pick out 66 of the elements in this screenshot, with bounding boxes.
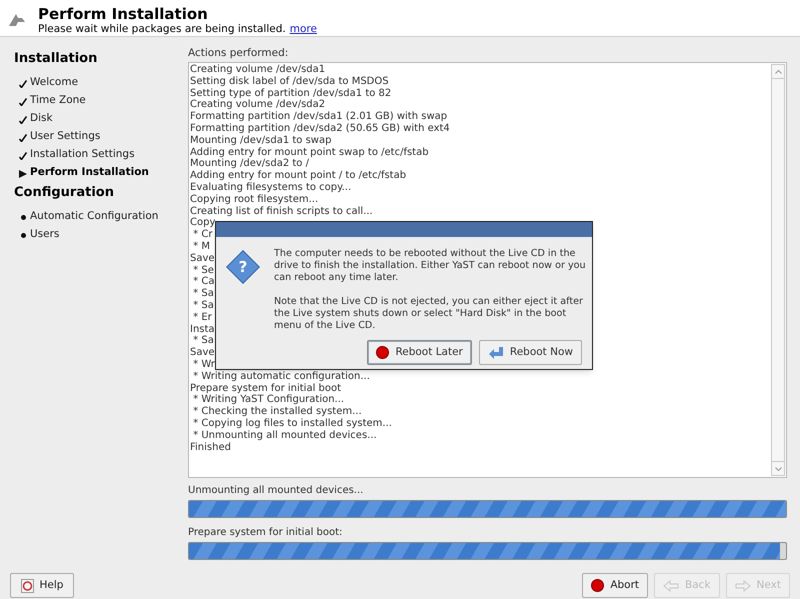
log-line: Setting type of partition /dev/sda1 to 82	[190, 88, 392, 99]
log-line: * Sa	[192, 300, 214, 312]
sidebar-item[interactable]: Perform Installation	[30, 166, 149, 178]
log-line: * Writing YaST Configuration...	[192, 394, 344, 406]
sidebar-item[interactable]: Welcome	[30, 76, 78, 88]
log-line: Creating volume /dev/sda1	[190, 64, 326, 76]
next-arrow-icon	[734, 580, 751, 592]
more-link[interactable]: more	[290, 23, 317, 36]
help-icon	[20, 578, 34, 592]
log-line: Mounting /dev/sda2 to /	[190, 158, 309, 170]
back-arrow-icon	[663, 580, 680, 592]
log-line: * Ca	[192, 276, 214, 288]
log-line: Creating list of finish scripts to call...	[190, 206, 373, 218]
progress-label: Unmounting all mounted devices...	[188, 485, 364, 497]
log-label: Actions performed:	[188, 47, 290, 60]
log-line: Finished	[190, 442, 231, 454]
log-line: * M	[192, 240, 210, 253]
sidebar-item[interactable]: Installation Settings	[30, 148, 135, 160]
page-subtitle: Please wait while packages are being installed.	[38, 23, 286, 36]
sidebar-item[interactable]: Disk	[30, 112, 53, 124]
log-line: * Sa	[192, 288, 214, 300]
log-line: Copying root filesystem...	[190, 194, 318, 206]
log-line: * Writing automatic configuration...	[192, 370, 370, 383]
sidebar-item[interactable]: Users	[30, 228, 60, 240]
sidebar-item[interactable]: User Settings	[30, 130, 100, 142]
dialog-message: Note that the Live CD is not ejected, you can either eject it after the Live system shuts down or select "Hard Disk" in the boot menu of the Live CD.	[274, 296, 584, 332]
log-line: Evaluating filesystems to copy...	[190, 182, 352, 194]
log-line: * Er	[192, 312, 212, 324]
sidebar-item[interactable]: Time Zone	[30, 94, 86, 106]
log-line: * Sa	[192, 335, 214, 348]
reboot-later-button[interactable]: Reboot Later	[367, 340, 472, 365]
log-line: * Se	[192, 264, 214, 276]
scroll-down-icon[interactable]	[774, 466, 782, 470]
stop-icon	[591, 579, 604, 592]
log-line: Formatting partition /dev/sda1 (2.01 GB) with swap	[190, 111, 448, 123]
stop-button[interactable]: Abort	[582, 573, 648, 598]
help-button[interactable]: Help	[10, 573, 74, 598]
question-icon: ?	[226, 250, 260, 284]
dialog-message: The computer needs to be rebooted without the Live CD in the drive to finish the installation. Either YaST can reboot now or you can reboot any time later.	[274, 248, 587, 284]
return-arrow-icon	[488, 346, 504, 359]
log-line: Copy	[190, 217, 216, 230]
log-line: Mounting /dev/sda1 to swap	[190, 134, 332, 147]
sidebar-heading: Configuration	[14, 185, 115, 201]
log-line: * Unmounting all mounted devices...	[192, 430, 377, 442]
log-line: Creating volume /dev/sda2	[190, 99, 326, 111]
scrollbar[interactable]	[771, 64, 785, 476]
reboot-now-button[interactable]: Reboot Now	[478, 340, 582, 365]
page-title: Perform Installation	[38, 5, 209, 23]
log-line: Adding entry for mount point swap to /etc/fstab	[190, 146, 429, 158]
log-line: Prepare system for initial boot	[190, 382, 342, 394]
log-line: Save	[190, 252, 215, 265]
log-line: * Checking the installed system...	[192, 406, 362, 418]
log-line: Formatting partition /dev/sda2 (50.65 GB) with ext4	[190, 122, 450, 135]
sidebar-heading: Installation	[14, 51, 98, 67]
log-line: Insta	[190, 324, 215, 336]
log-line: * Wr	[192, 358, 215, 371]
stop-icon	[376, 346, 390, 359]
log-line: Setting disk label of /dev/sda to MSDOS	[190, 76, 389, 88]
sidebar-item[interactable]: Automatic Configuration	[30, 210, 158, 222]
logo-icon	[8, 12, 26, 28]
progress-label: Prepare system for initial boot:	[188, 527, 344, 539]
log-line: * Cr	[192, 229, 212, 241]
log-line: Adding entry for mount point / to /etc/fstab	[190, 170, 406, 182]
log-line: Save	[190, 347, 215, 359]
scroll-up-icon[interactable]	[774, 70, 782, 74]
log-line: * Copying log files to installed system...	[192, 418, 392, 430]
